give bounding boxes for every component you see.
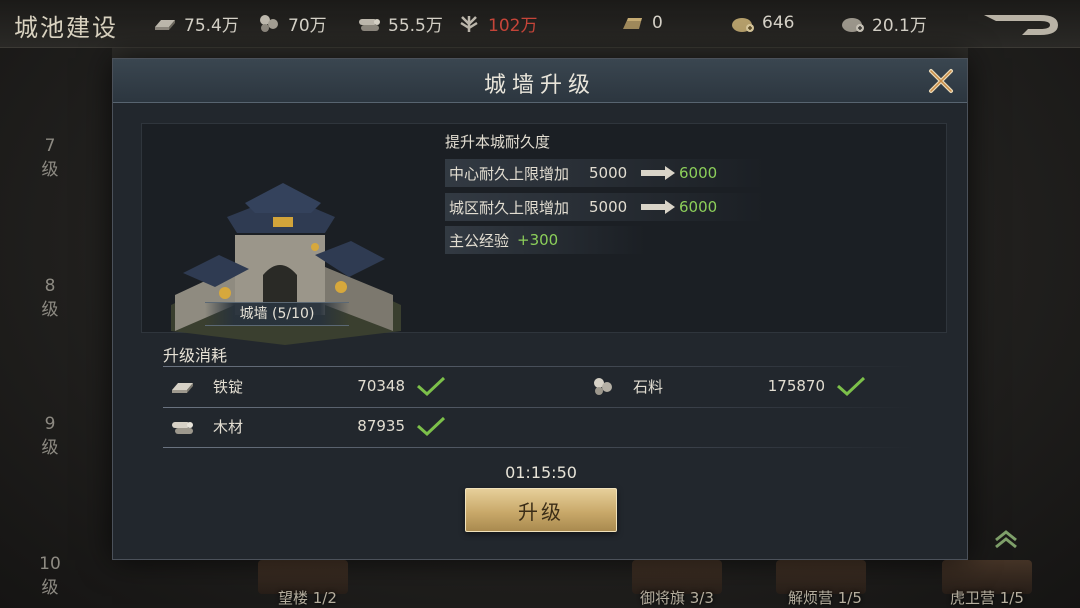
resource-coin: 646 — [730, 10, 794, 36]
resource-grain: 102万 — [456, 10, 537, 36]
close-x-icon[interactable] — [925, 65, 957, 97]
arrow-right-icon — [641, 166, 675, 180]
upgrade-dialog: 城墙升级 城墙 (5/10) 提升本城耐久度 中心耐久上限增加 5000 600… — [112, 58, 968, 560]
level-marker-9: 9级 — [41, 414, 59, 458]
dialog-title: 城墙升级 — [483, 73, 596, 98]
divider — [163, 366, 913, 367]
divider — [163, 447, 913, 448]
building-name-label: 城墙 (5/10) — [205, 302, 349, 326]
building-label-huwei-camp[interactable]: 虎卫营 1/5 — [950, 587, 1024, 608]
resource-wood: 55.5万 — [356, 10, 443, 36]
cost-item-stone: 石料 175870 — [589, 371, 867, 401]
resource-silver: 20.1万 — [840, 10, 927, 36]
divider — [163, 407, 913, 408]
cost-section-title: 升级消耗 — [163, 346, 228, 365]
bottom-building-row: 望楼 1/2 御将旗 3/3 解烦营 1/5 虎卫营 1/5 — [112, 560, 1080, 608]
resource-iron: 75.4万 — [152, 10, 239, 36]
back-arrow-icon[interactable] — [982, 12, 1062, 38]
page-title: 城池建设 — [14, 14, 118, 42]
coin-bag-icon — [732, 18, 754, 32]
check-icon — [417, 416, 446, 437]
check-icon — [837, 376, 866, 397]
stone-icon — [260, 15, 278, 32]
building-label-jiefan-camp[interactable]: 解烦营 1/5 — [788, 587, 862, 608]
resource-stone: 70万 — [256, 10, 327, 36]
background-building-row — [112, 48, 968, 58]
chevron-up-icon[interactable] — [992, 528, 1020, 550]
stat-row-center-durability: 中心耐久上限增加 5000 6000 — [445, 159, 765, 187]
stone-icon — [594, 378, 612, 395]
iron-ingot-icon — [172, 383, 193, 393]
stat-row-district-durability: 城区耐久上限增加 5000 6000 — [445, 193, 765, 221]
level-marker-7: 7级 — [41, 136, 59, 180]
upgrade-button[interactable]: 升级 — [465, 488, 617, 532]
effect-description: 提升本城耐久度 — [445, 133, 551, 151]
arrow-right-icon — [641, 200, 675, 214]
cost-item-wood: 木材 87935 — [169, 411, 447, 441]
resource-bar: 城池建设 75.4万 70万 55.5万 102万 0 646 20.1万 — [0, 0, 1080, 48]
building-label-general-flag[interactable]: 御将旗 3/3 — [640, 587, 714, 608]
cost-item-iron: 铁锭 70348 — [169, 371, 447, 401]
grain-icon — [460, 16, 478, 32]
silver-bag-icon — [842, 18, 864, 32]
wood-icon — [359, 19, 380, 31]
stat-row-lord-exp: 主公经验 +300 — [445, 226, 645, 254]
wood-icon — [172, 422, 193, 434]
upgrade-timer: 01:15:50 — [505, 463, 577, 482]
gold-bar-icon — [623, 18, 642, 29]
level-marker-8: 8级 — [41, 276, 59, 320]
iron-ingot-icon — [155, 20, 175, 30]
check-icon — [417, 376, 446, 397]
building-label-watchtower[interactable]: 望楼 1/2 — [278, 587, 337, 608]
level-marker-10: 10 级 — [39, 554, 61, 598]
dialog-header: 城墙升级 — [113, 59, 967, 103]
resource-gold: 0 — [620, 10, 663, 36]
